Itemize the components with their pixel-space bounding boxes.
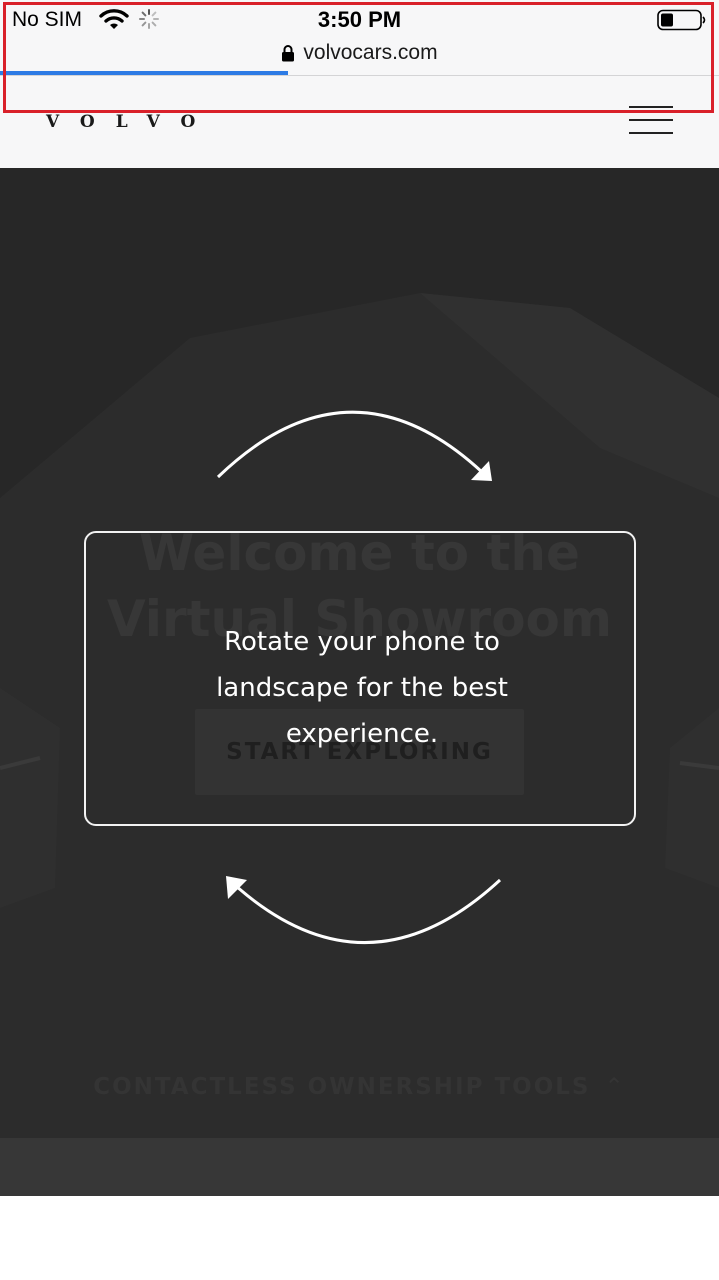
annotation-highlight-box <box>3 2 714 113</box>
rotate-message-line-2: landscape for the best <box>216 673 508 703</box>
contactless-ownership-tools-link[interactable]: CONTACTLESS OWNERSHIP TOOLS ⌃ <box>0 1074 719 1100</box>
page-bottom-area <box>0 1196 719 1280</box>
volvo-logo[interactable]: VOLVO <box>46 112 216 132</box>
rotate-phone-dialog: Rotate your phone to landscape for the b… <box>84 531 636 826</box>
rotate-message-line-1: Rotate your phone to <box>224 627 500 657</box>
rotate-message-line-3: experience. <box>285 719 439 749</box>
tools-link-label: CONTACTLESS OWNERSHIP TOOLS <box>93 1074 591 1100</box>
rotate-message: Rotate your phone to landscape for the b… <box>86 619 638 757</box>
chevron-up-icon: ⌃ <box>604 1074 626 1100</box>
page-footer-strip <box>0 1138 719 1196</box>
